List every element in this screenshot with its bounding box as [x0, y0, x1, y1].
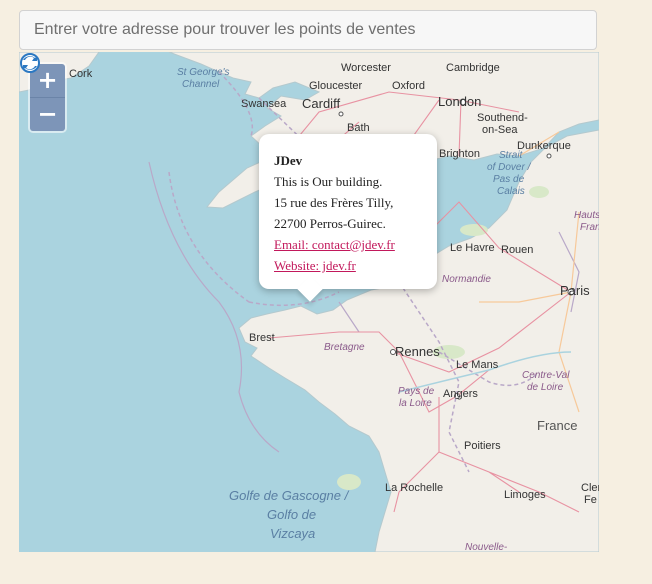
- popup-address-city: 22700 Perros-Guirec.: [274, 216, 386, 231]
- popup-description: This is Our building.: [274, 174, 383, 189]
- map-label: Cler: [581, 482, 599, 494]
- popup-email-link[interactable]: Email: contact@jdev.fr: [274, 234, 423, 255]
- popup-address-street: 15 rue des Frères Tilly,: [274, 195, 394, 210]
- map-label: Angers: [443, 388, 478, 400]
- map-label: Fe: [584, 494, 597, 506]
- map-label: France: [537, 418, 578, 433]
- zoom-out-button[interactable]: −: [30, 97, 65, 131]
- zoom-control: + −: [30, 64, 65, 131]
- map-label: Limoges: [504, 489, 546, 501]
- map-label: Swansea: [241, 98, 287, 110]
- map-label: Nouvelle-: [465, 542, 508, 552]
- map-label: Brighton: [439, 148, 480, 160]
- map-label: Cork: [69, 68, 93, 80]
- map-label: Normandie: [442, 274, 491, 285]
- map-label: Cardiff: [302, 96, 341, 111]
- map-label: Paris: [560, 283, 590, 298]
- map-label: Vizcaya: [270, 526, 316, 541]
- map-label: Oxford: [392, 80, 426, 92]
- map-label: Golfo de: [267, 507, 317, 522]
- map-label: Brest: [249, 332, 275, 344]
- map-label: Dunkerque: [517, 140, 571, 152]
- map-label: Fran: [580, 222, 599, 233]
- map-label: of Dover /: [487, 162, 531, 173]
- map-label: Worcester: [341, 62, 391, 74]
- map-label: Bath: [347, 122, 370, 134]
- map-label: Centre-Val: [522, 370, 570, 381]
- map-label: Strait: [499, 150, 523, 161]
- map-label: Bretagne: [324, 342, 365, 353]
- map-label: Calais: [497, 186, 525, 197]
- map-label: London: [438, 94, 482, 109]
- map[interactable]: Cork St George's Channel Worcester Cambr…: [19, 52, 599, 552]
- map-label: la Loire: [399, 398, 432, 409]
- location-marker-icon[interactable]: [19, 52, 41, 74]
- popup-website-link[interactable]: Website: jdev.fr: [274, 255, 423, 276]
- popup-title: JDev: [274, 153, 303, 168]
- map-label: Rennes: [395, 344, 440, 359]
- map-label: de Loire: [527, 382, 564, 393]
- map-label: Poitiers: [464, 440, 501, 452]
- map-label: Le Mans: [456, 359, 499, 371]
- map-label: Golfe de Gascogne /: [229, 488, 349, 503]
- store-search-input[interactable]: [19, 10, 597, 50]
- location-popup: JDev This is Our building. 15 rue des Fr…: [259, 134, 437, 302]
- map-label: Pas de: [493, 174, 525, 185]
- map-label: Rouen: [501, 244, 534, 256]
- map-label: Le Havre: [450, 242, 495, 254]
- map-label: La Rochelle: [385, 482, 444, 494]
- map-label: Hauts: [574, 210, 599, 221]
- map-label: Gloucester: [309, 80, 363, 92]
- map-label: St George's: [177, 67, 230, 78]
- map-label: on-Sea: [482, 124, 518, 136]
- map-label: Pays de: [398, 386, 435, 397]
- map-label: Channel: [182, 79, 220, 90]
- map-label: Southend-: [477, 112, 528, 124]
- map-label: Cambridge: [446, 62, 500, 74]
